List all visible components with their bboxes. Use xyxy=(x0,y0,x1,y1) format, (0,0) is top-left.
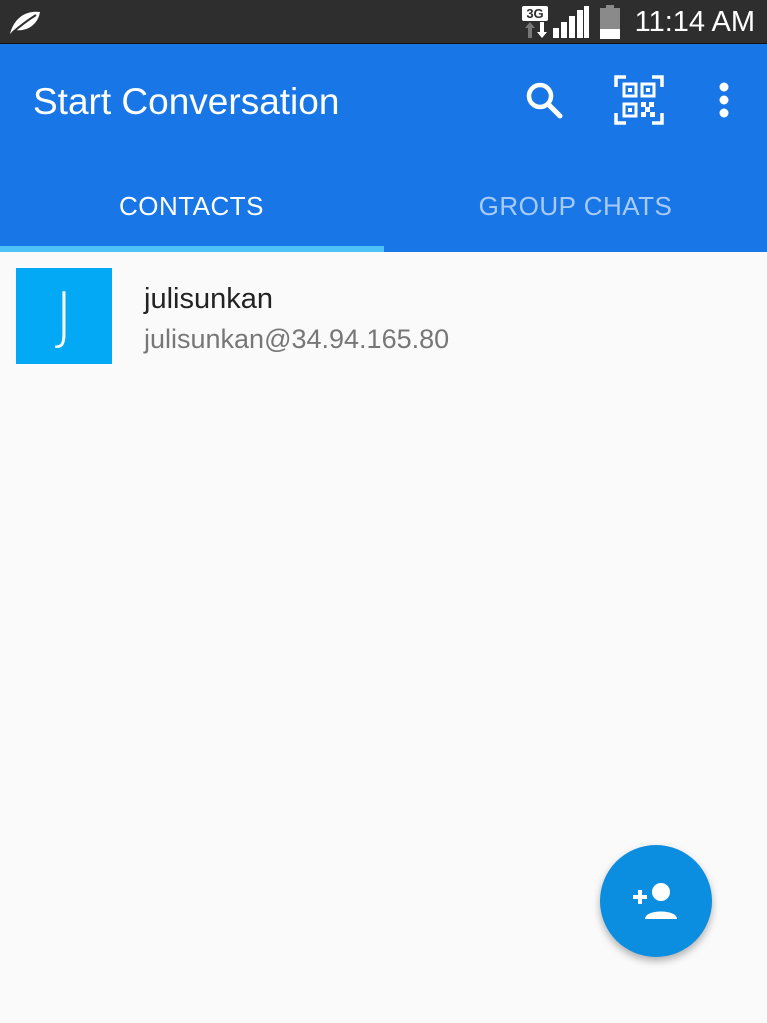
contact-list-item[interactable]: J julisunkan julisunkan@34.94.165.80 xyxy=(0,252,767,378)
qr-code-icon xyxy=(614,75,664,125)
app-bar: Start Conversation CONTACTS GROUP CHATS xyxy=(0,44,767,252)
network-3g-icon: 3G xyxy=(522,6,550,38)
tab-contacts[interactable]: CONTACTS xyxy=(0,160,383,252)
search-icon xyxy=(526,82,563,119)
more-vert-icon xyxy=(719,82,729,118)
search-button[interactable] xyxy=(516,72,572,128)
leaf-icon xyxy=(10,11,40,34)
person-add-icon xyxy=(633,883,677,919)
network-type-label: 3G xyxy=(522,6,548,21)
battery-icon xyxy=(600,5,620,39)
contact-name: julisunkan xyxy=(144,283,273,315)
overflow-menu-button[interactable] xyxy=(696,72,752,128)
status-time: 11:14 AM xyxy=(634,6,755,38)
scan-qr-button[interactable] xyxy=(611,72,667,128)
tab-group-chats[interactable]: GROUP CHATS xyxy=(384,160,767,252)
avatar: J xyxy=(16,268,112,364)
contact-jid: julisunkan@34.94.165.80 xyxy=(144,324,450,354)
add-contact-button[interactable] xyxy=(600,845,712,957)
page-title: Start Conversation xyxy=(33,81,340,122)
status-bar: 3G 11:14 AM xyxy=(0,0,767,44)
signal-icon xyxy=(553,6,589,38)
